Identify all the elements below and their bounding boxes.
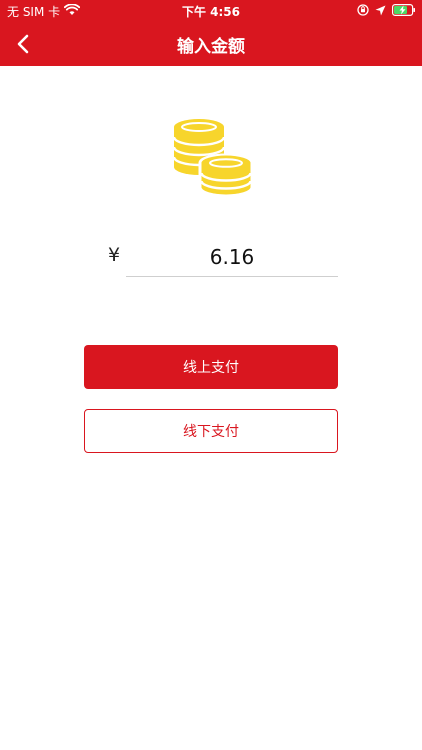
page-title: 输入金额 [177, 37, 245, 57]
status-bar: 无 SIM 卡 下午 4:56 [0, 0, 422, 22]
amount-row: ¥ [100, 238, 340, 282]
battery-charging-icon [392, 4, 416, 19]
header: 无 SIM 卡 下午 4:56 输入金额 [0, 0, 422, 66]
location-arrow-icon [375, 5, 386, 19]
status-right [357, 4, 416, 19]
nav-bar: 输入金额 [0, 22, 422, 66]
currency-symbol: ¥ [108, 244, 121, 266]
amount-input[interactable] [126, 238, 338, 277]
coins-icon [168, 115, 254, 199]
online-pay-button[interactable]: 线上支付 [84, 345, 338, 389]
orientation-lock-icon [357, 4, 369, 19]
offline-pay-button[interactable]: 线下支付 [84, 409, 338, 453]
